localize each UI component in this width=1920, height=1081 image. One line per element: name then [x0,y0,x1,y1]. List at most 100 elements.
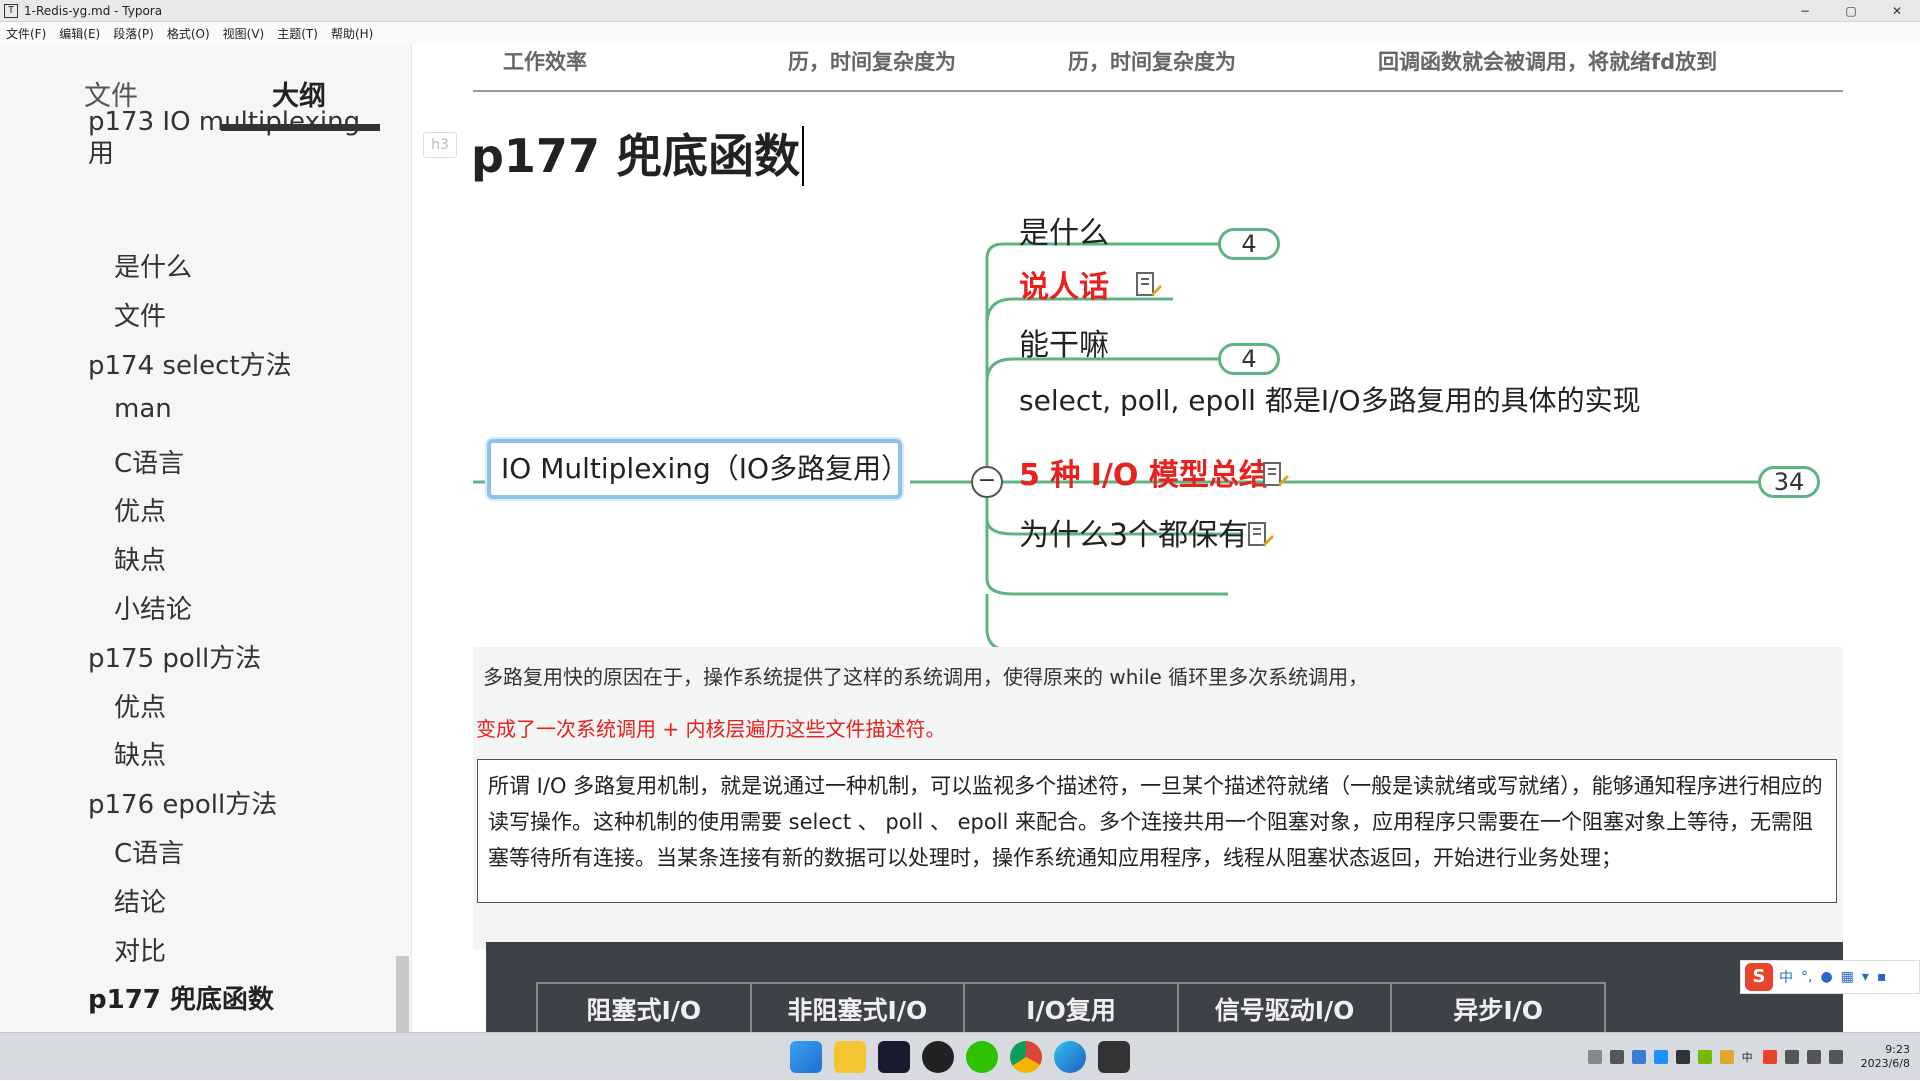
nvidia-icon[interactable] [1697,1050,1712,1064]
intellij-icon[interactable] [878,1041,910,1073]
tray-language[interactable]: 中 [1742,1049,1753,1065]
table-cell: 历，时间复杂度为 [1068,50,1236,74]
outline-item[interactable]: 缺点 [114,540,166,577]
outline-item[interactable]: C语言 [114,443,184,480]
table-header-cell: I/O复用 [965,984,1179,1032]
maximize-button[interactable]: ▢ [1828,0,1874,22]
clock[interactable]: 9:23 2023/6/8 [1861,1043,1910,1071]
wechat-icon[interactable] [966,1041,998,1073]
outline-item[interactable]: man [114,394,172,424]
mindmap-count-bubble[interactable]: 4 [1218,343,1280,375]
table-cell: 工作效率 [503,50,587,74]
tray-app-icon[interactable] [1631,1050,1646,1064]
mindmap-diagram: IO Multiplexing（IO多路复用） − 是什么 4 说人话 能干嘛 … [473,214,1853,674]
outline-item[interactable]: C语言 [114,833,184,870]
outline-item[interactable]: 优点 [114,687,166,724]
sidebar-scrollbar-thumb[interactable] [396,956,409,1032]
ime-toolbar[interactable]: S 中 °, ● ▦ ▾ ▪ [1740,960,1920,994]
editor-area[interactable]: 工作效率 历，时间复杂度为 历，时间复杂度为 回调函数就会被调用，将就绪fd放到… [413,44,1920,1032]
clock-time: 9:23 [1885,1043,1910,1056]
mindmap-branch-label[interactable]: 能干嘛 [1019,320,1109,364]
menu-theme[interactable]: 主题(T) [277,25,318,42]
ime-mic-icon[interactable]: ● [1820,969,1832,985]
outline-item[interactable]: 对比 [114,931,166,968]
outline-item[interactable]: 缺点 [114,735,166,772]
table-cell: 回调函数就会被调用，将就绪fd放到 [1378,50,1718,74]
menu-format[interactable]: 格式(O) [167,25,210,42]
outline-item[interactable]: p174 select方法 [88,345,292,382]
section-heading[interactable]: p177 兜底函数 [471,126,804,186]
menu-paragraph[interactable]: 段落(P) [113,25,154,42]
heading-level-tag: h3 [423,132,457,158]
outline-item[interactable]: 文件 [114,296,166,333]
outline-item[interactable]: 优点 [114,491,166,528]
edge-icon[interactable] [1054,1041,1086,1073]
outline-item-active[interactable]: p177 兜底函数 [88,979,274,1016]
note-icon[interactable] [1245,520,1275,550]
ime-keyboard-icon[interactable]: ▦ [1841,969,1854,985]
menu-view[interactable]: 视图(V) [223,25,265,42]
minimize-button[interactable]: − [1782,0,1828,22]
quote-line-highlight: 变成了一次系统调用 + 内核层遍历这些文件描述符。 [476,717,946,741]
previous-table-row: 工作效率 历，时间复杂度为 历，时间复杂度为 回调函数就会被调用，将就绪fd放到 [473,44,1843,92]
window-controls: − ▢ ✕ [1782,0,1920,22]
file-explorer-icon[interactable] [834,1041,866,1073]
menu-help[interactable]: 帮助(H) [331,25,373,42]
chrome-icon[interactable] [1010,1041,1042,1073]
menu-bar: 文件(F) 编辑(E) 段落(P) 格式(O) 视图(V) 主题(T) 帮助(H… [0,22,1920,44]
table-header-cell: 非阻塞式I/O [752,984,966,1032]
mindmap-branch-label[interactable]: 是什么 [1019,208,1109,252]
system-tray: 中 9:23 2023/6/8 [1587,1033,1910,1081]
quote-line: 多路复用快的原因在于，操作系统提供了这样的系统调用，使得原来的 while 循环… [483,665,1369,689]
tray-chevron-icon[interactable] [1587,1050,1602,1064]
taskbar-apps [790,1041,1142,1073]
menu-edit[interactable]: 编辑(E) [59,25,100,42]
outline-item[interactable]: 结论 [114,882,166,919]
tray-app-icon[interactable] [1719,1050,1734,1064]
table-header-cell: 阻塞式I/O [538,984,752,1032]
mindmap-branch-label[interactable]: 说人话 [1019,262,1109,306]
outline-item[interactable]: p176 epoll方法 [88,784,277,821]
start-icon[interactable] [790,1041,822,1073]
outline-item[interactable]: 小结论 [114,589,192,626]
outline-item[interactable]: p173 IO multiplexing用 [88,106,368,170]
outline-item[interactable]: p175 poll方法 [88,638,261,675]
tray-app-icon[interactable] [1609,1050,1624,1064]
table-header-cell: 信号驱动I/O [1179,984,1393,1032]
blockquote: 多路复用快的原因在于，操作系统提供了这样的系统调用，使得原来的 while 循环… [473,647,1843,949]
qq-icon[interactable] [922,1041,954,1073]
embedded-image: 阻塞式I/O 非阻塞式I/O I/O复用 信号驱动I/O 异步I/O [486,942,1843,1032]
note-icon[interactable] [1133,270,1163,300]
window-title: 1-Redis-yg.md - Typora [24,3,163,18]
quote-boxed-paragraph: 所谓 I/O 多路复用机制，就是说通过一种机制，可以监视多个描述符，一旦某个描述… [477,759,1837,903]
typora-taskbar-icon[interactable] [1098,1041,1130,1073]
typora-app-icon: T [4,3,18,18]
sogou-ime-icon[interactable]: S [1745,963,1773,991]
close-button[interactable]: ✕ [1874,0,1920,22]
mindmap-branch-label[interactable]: 为什么3个都保有 [1019,510,1248,554]
mindmap-count-bubble[interactable]: 4 [1218,228,1280,260]
bluetooth-icon[interactable] [1653,1050,1668,1064]
note-icon[interactable] [1260,460,1290,490]
clock-date: 2023/6/8 [1860,1057,1910,1070]
mindmap-branch-label[interactable]: select, poll, epoll 都是I/O多路复用的具体的实现 [1019,379,1641,419]
window-titlebar: T 1-Redis-yg.md - Typora − ▢ ✕ [0,0,1920,22]
mindmap-collapse-button[interactable]: − [971,466,1003,498]
sogou-tray-icon[interactable] [1762,1050,1777,1064]
menu-file[interactable]: 文件(F) [6,25,46,42]
ime-punct-icon[interactable]: °, [1801,969,1812,985]
tray-app-icon[interactable] [1675,1050,1690,1064]
outline-item-label: p173 IO multiplexing用 [88,107,361,169]
battery-icon[interactable] [1828,1050,1843,1064]
mindmap-root-node[interactable]: IO Multiplexing（IO多路复用） [487,439,909,499]
ime-language[interactable]: 中 [1779,967,1793,987]
outline-item[interactable]: 是什么 [114,247,192,284]
wifi-icon[interactable] [1784,1050,1799,1064]
table-cell: 历，时间复杂度为 [788,50,956,74]
ime-skin-icon[interactable]: ▾ [1862,969,1869,985]
sidebar: 文件 大纲 p173 IO multiplexing用 是什么 文件 p174 … [0,44,412,1032]
mindmap-count-bubble[interactable]: 34 [1758,466,1820,498]
volume-icon[interactable] [1806,1050,1821,1064]
mindmap-branch-label[interactable]: 5 种 I/O 模型总结 [1019,450,1269,494]
ime-grid-icon[interactable]: ▪ [1877,969,1887,985]
